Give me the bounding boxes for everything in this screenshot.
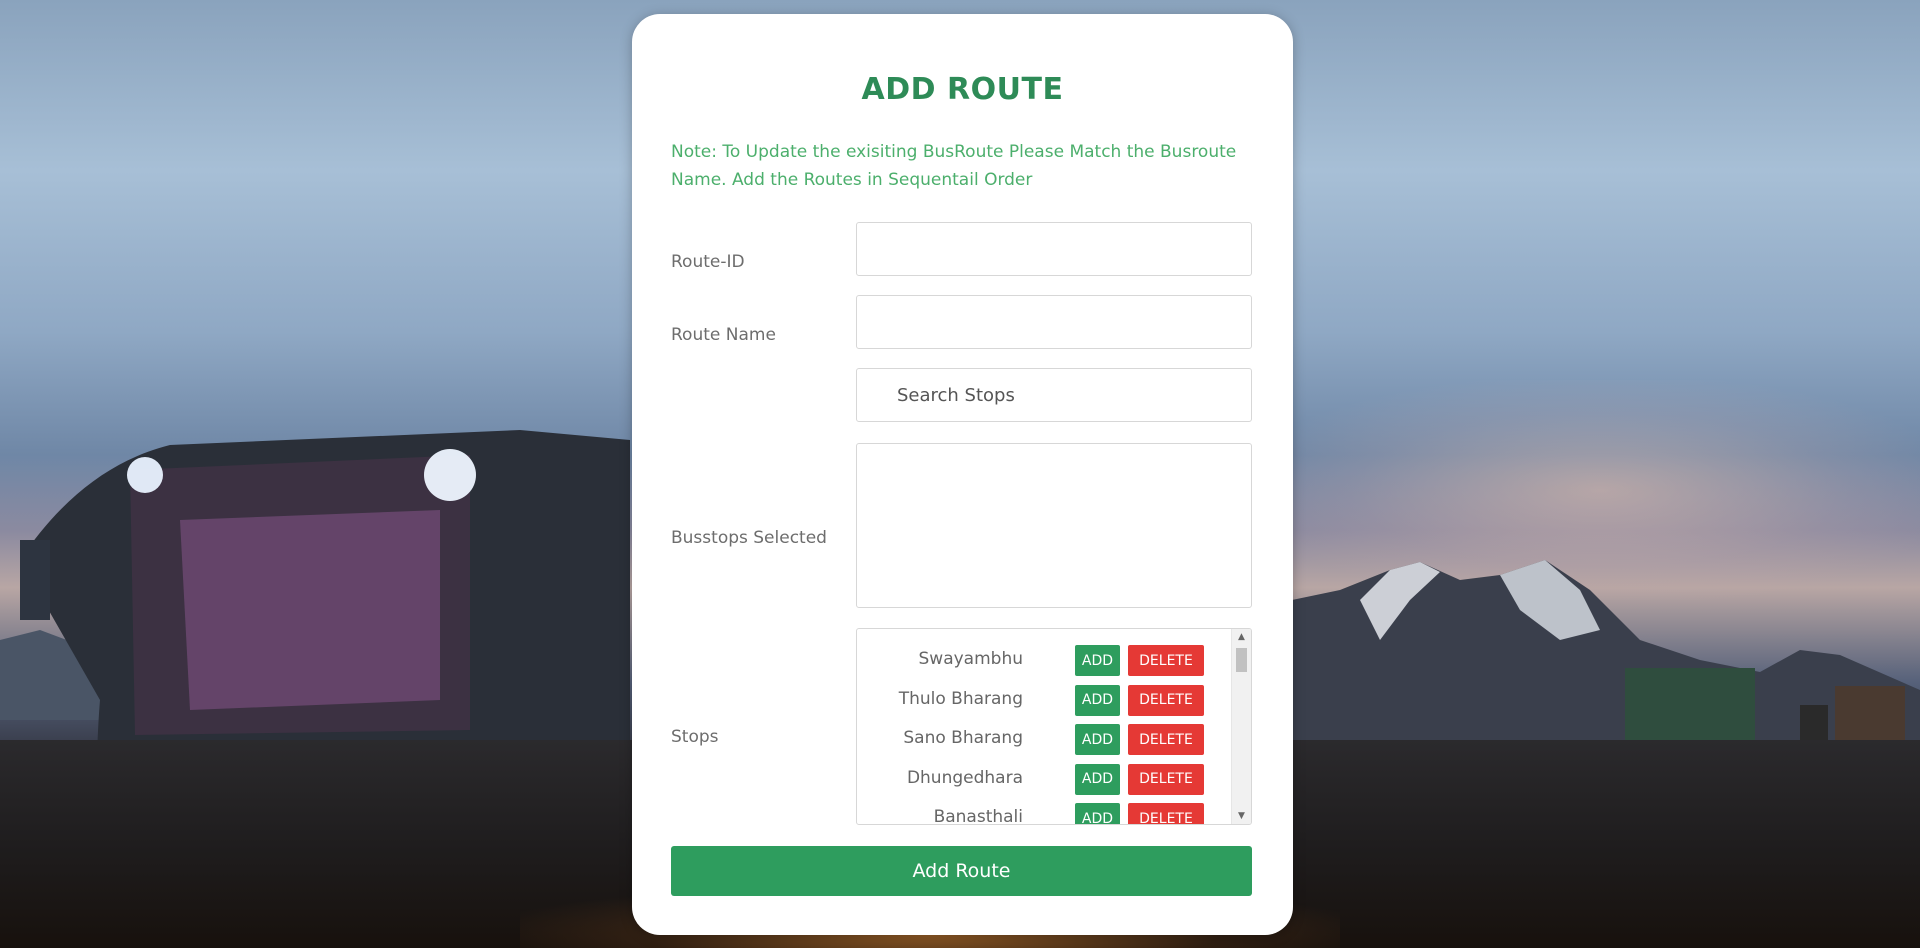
scroll-thumb[interactable] bbox=[1236, 648, 1247, 672]
route-id-label: Route-ID bbox=[671, 252, 745, 272]
stop-list: Swayambhu ADD DELETE Thulo Bharang ADD D… bbox=[857, 643, 1233, 825]
add-route-card: ADD ROUTE Note: To Update the exisiting … bbox=[632, 14, 1293, 935]
stop-name: Dhungedhara bbox=[906, 767, 1023, 788]
add-stop-button[interactable]: ADD bbox=[1075, 763, 1120, 795]
busstops-selected-label: Busstops Selected bbox=[671, 528, 827, 548]
add-route-button[interactable]: Add Route bbox=[671, 846, 1252, 896]
add-stop-button[interactable]: ADD bbox=[1075, 645, 1120, 676]
add-stop-button[interactable]: ADD bbox=[1075, 724, 1120, 755]
add-stop-button[interactable]: ADD bbox=[1075, 803, 1120, 824]
bus-mirror bbox=[20, 540, 50, 620]
delete-stop-button[interactable]: DELETE bbox=[1128, 763, 1204, 795]
delete-stop-button[interactable]: DELETE bbox=[1128, 645, 1204, 676]
stop-name: Banasthali bbox=[933, 807, 1023, 825]
bus-interior bbox=[180, 510, 440, 710]
stop-name: Sano Bharang bbox=[903, 728, 1023, 748]
stop-row: Sano Bharang ADD DELETE bbox=[857, 722, 1233, 762]
search-stops-input[interactable] bbox=[856, 368, 1252, 422]
stops-label: Stops bbox=[671, 727, 719, 747]
stop-row: Dhungedhara ADD DELETE bbox=[857, 762, 1233, 802]
stops-scrollbar[interactable]: ▲ ▼ bbox=[1231, 629, 1251, 824]
scroll-down-icon[interactable]: ▼ bbox=[1232, 808, 1251, 824]
stop-row: Banasthali ADD DELETE bbox=[857, 801, 1233, 825]
stop-row: Swayambhu ADD DELETE bbox=[857, 643, 1233, 683]
delete-stop-button[interactable]: DELETE bbox=[1128, 724, 1204, 755]
route-id-input[interactable] bbox=[856, 222, 1252, 276]
stop-name: Thulo Bharang bbox=[898, 688, 1023, 709]
route-name-label: Route Name bbox=[671, 325, 776, 345]
route-name-input[interactable] bbox=[856, 295, 1252, 349]
add-stop-button[interactable]: ADD bbox=[1075, 684, 1120, 716]
update-note: Note: To Update the exisiting BusRoute P… bbox=[671, 142, 1237, 190]
busstops-selected-textarea[interactable] bbox=[856, 443, 1252, 608]
bus-light-left bbox=[127, 457, 163, 493]
bus-light-right bbox=[424, 449, 476, 501]
stop-name: Swayambhu bbox=[918, 649, 1024, 669]
container-green bbox=[1625, 668, 1755, 746]
stop-row: Thulo Bharang ADD DELETE bbox=[857, 683, 1233, 723]
stops-list-box[interactable]: Swayambhu ADD DELETE Thulo Bharang ADD D… bbox=[856, 628, 1252, 825]
scroll-up-icon[interactable]: ▲ bbox=[1232, 629, 1251, 645]
delete-stop-button[interactable]: DELETE bbox=[1128, 803, 1204, 824]
page-title: ADD ROUTE bbox=[861, 72, 1064, 107]
delete-stop-button[interactable]: DELETE bbox=[1128, 684, 1204, 716]
